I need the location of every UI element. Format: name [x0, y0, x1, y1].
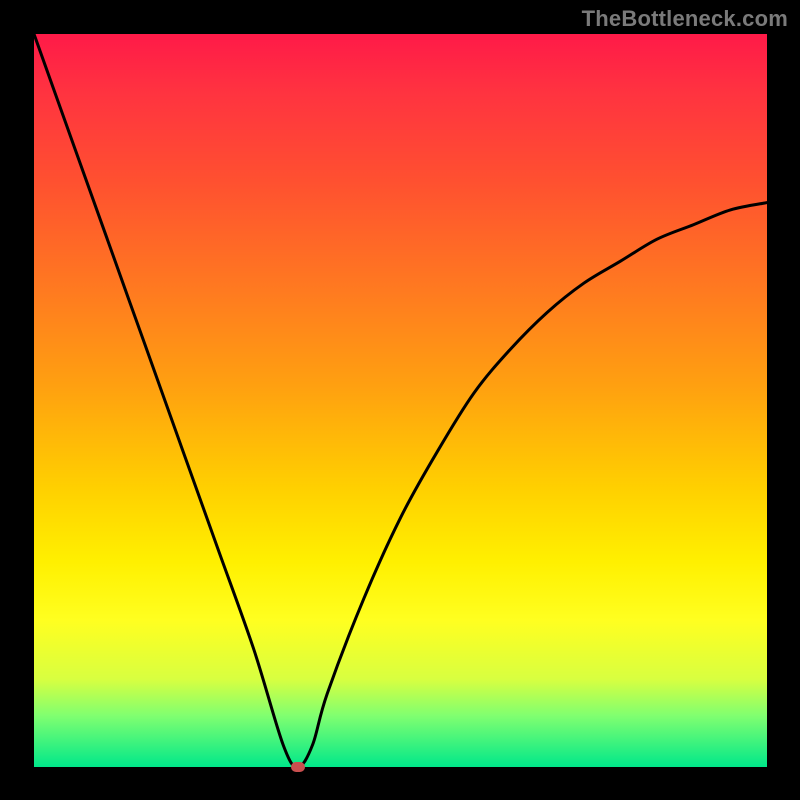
- watermark-text: TheBottleneck.com: [582, 6, 788, 32]
- chart-frame: TheBottleneck.com: [0, 0, 800, 800]
- optimal-marker: [291, 762, 305, 772]
- bottleneck-curve: [34, 34, 767, 767]
- plot-area: [34, 34, 767, 767]
- curve-svg: [34, 34, 767, 767]
